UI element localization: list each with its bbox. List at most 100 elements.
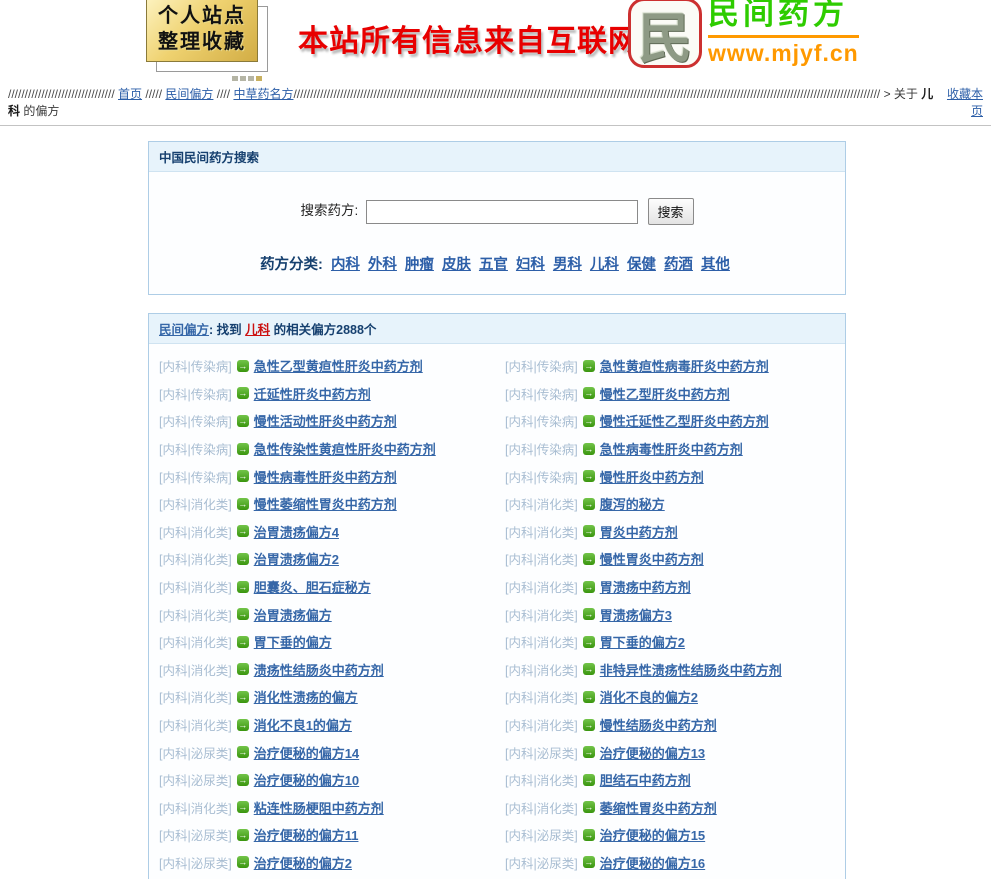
category-row: 药方分类: 内科外科肿瘤皮肤五官妇科男科儿科保健药酒其他 (149, 253, 845, 274)
remedy-link[interactable]: 急性黄疸性病毒肝炎中药方剂 (600, 356, 769, 375)
category-link-外科[interactable]: 外科 (368, 257, 397, 273)
remedy-link[interactable]: 溃疡性结肠炎中药方剂 (254, 660, 384, 679)
remedy-link[interactable]: 消化不良1的偏方 (254, 715, 352, 734)
category-tag[interactable]: [内科|传染病] (159, 384, 232, 403)
category-tag[interactable]: [内科|传染病] (505, 384, 578, 403)
remedy-link[interactable]: 治胃溃疡偏方2 (254, 549, 339, 568)
category-link-保健[interactable]: 保健 (627, 257, 656, 273)
category-tag[interactable]: [内科|泌尿类] (505, 853, 578, 872)
results-title-suffix: 的相关偏方2888个 (270, 323, 376, 337)
category-tag[interactable]: [内科|传染病] (505, 467, 578, 486)
category-tag[interactable]: [内科|消化类] (505, 577, 578, 596)
category-tag[interactable]: [内科|消化类] (159, 660, 232, 679)
remedy-link[interactable]: 胃溃疡中药方剂 (600, 577, 691, 596)
remedy-link[interactable]: 治胃溃疡偏方 (254, 605, 332, 624)
list-item: [内科|消化类] → 胆囊炎、胆石症秘方 (153, 573, 499, 601)
category-tag[interactable]: [内科|消化类] (505, 522, 578, 541)
remedy-link[interactable]: 慢性结肠炎中药方剂 (600, 715, 717, 734)
remedy-link[interactable]: 急性传染性黄疸性肝炎中药方剂 (254, 439, 436, 458)
category-tag[interactable]: [内科|消化类] (505, 798, 578, 817)
category-tag[interactable]: [内科|消化类] (505, 494, 578, 513)
category-tag[interactable]: [内科|消化类] (505, 770, 578, 789)
category-tag[interactable]: [内科|泌尿类] (505, 743, 578, 762)
remedy-link[interactable]: 腹泻的秘方 (600, 494, 665, 513)
remedy-link[interactable]: 胃下垂的偏方2 (600, 632, 685, 651)
breadcrumb-herb-link[interactable]: 中草药名方 (233, 87, 293, 101)
category-link-肿瘤[interactable]: 肿瘤 (405, 257, 434, 273)
category-tag[interactable]: [内科|泌尿类] (159, 770, 232, 789)
category-link-药酒[interactable]: 药酒 (664, 257, 693, 273)
remedy-link[interactable]: 萎缩性胃炎中药方剂 (600, 798, 717, 817)
category-tag[interactable]: [内科|消化类] (159, 715, 232, 734)
category-tag[interactable]: [内科|消化类] (505, 660, 578, 679)
category-tag[interactable]: [内科|消化类] (159, 632, 232, 651)
remedy-link[interactable]: 急性病毒性肝炎中药方剂 (600, 439, 743, 458)
category-link-五官[interactable]: 五官 (479, 257, 508, 273)
category-link-男科[interactable]: 男科 (553, 257, 582, 273)
remedy-link[interactable]: 治疗便秘的偏方16 (600, 853, 705, 872)
category-tag[interactable]: [内科|泌尿类] (505, 825, 578, 844)
remedy-link[interactable]: 慢性肝炎中药方剂 (600, 467, 704, 486)
remedy-link[interactable]: 治胃溃疡偏方4 (254, 522, 339, 541)
remedy-link[interactable]: 治疗便秘的偏方15 (600, 825, 705, 844)
remedy-link[interactable]: 粘连性肠梗阻中药方剂 (254, 798, 384, 817)
category-tag[interactable]: [内科|消化类] (159, 605, 232, 624)
category-link-内科[interactable]: 内科 (331, 257, 360, 273)
category-tag[interactable]: [内科|传染病] (159, 411, 232, 430)
category-tag[interactable]: [内科|消化类] (159, 798, 232, 817)
category-tag[interactable]: [内科|消化类] (505, 715, 578, 734)
remedy-link[interactable]: 治疗便秘的偏方10 (254, 770, 359, 789)
remedy-link[interactable]: 慢性萎缩性胃炎中药方剂 (254, 494, 397, 513)
category-link-妇科[interactable]: 妇科 (516, 257, 545, 273)
category-tag[interactable]: [内科|传染病] (159, 467, 232, 486)
remedy-link[interactable]: 慢性病毒性肝炎中药方剂 (254, 467, 397, 486)
search-input[interactable] (366, 200, 638, 224)
remedy-link[interactable]: 消化性溃疡的偏方 (254, 687, 358, 706)
category-tag[interactable]: [内科|泌尿类] (159, 825, 232, 844)
category-tag[interactable]: [内科|消化类] (505, 687, 578, 706)
remedy-link[interactable]: 慢性活动性肝炎中药方剂 (254, 411, 397, 430)
remedy-link[interactable]: 治疗便秘的偏方11 (254, 825, 359, 844)
page-header: 个人站点 整理收藏 本站所有信息来自互联网 民 民间药方 www.mjyf.cn (0, 0, 991, 84)
remedy-link[interactable]: 慢性迁延性乙型肝炎中药方剂 (600, 411, 769, 430)
category-tag[interactable]: [内科|泌尿类] (159, 853, 232, 872)
remedy-link[interactable]: 慢性胃炎中药方剂 (600, 549, 704, 568)
category-tag[interactable]: [内科|传染病] (159, 356, 232, 375)
remedy-link[interactable]: 非特异性溃疡性结肠炎中药方剂 (600, 660, 782, 679)
remedy-link[interactable]: 急性乙型黄疸性肝炎中药方剂 (254, 356, 423, 375)
remedy-link[interactable]: 慢性乙型肝炎中药方剂 (600, 384, 730, 403)
remedy-link[interactable]: 胃炎中药方剂 (600, 522, 678, 541)
results-title-link[interactable]: 民间偏方 (159, 323, 209, 337)
remedy-link[interactable]: 治疗便秘的偏方14 (254, 743, 359, 762)
category-tag[interactable]: [内科|消化类] (505, 632, 578, 651)
category-link-皮肤[interactable]: 皮肤 (442, 257, 471, 273)
category-tag[interactable]: [内科|泌尿类] (159, 743, 232, 762)
remedy-link[interactable]: 消化不良的偏方2 (600, 687, 698, 706)
category-tag[interactable]: [内科|传染病] (505, 411, 578, 430)
category-tag[interactable]: [内科|传染病] (159, 439, 232, 458)
category-tag[interactable]: [内科|传染病] (505, 356, 578, 375)
category-tag[interactable]: [内科|消化类] (159, 549, 232, 568)
category-tag[interactable]: [内科|消化类] (159, 577, 232, 596)
category-link-其他[interactable]: 其他 (701, 257, 730, 273)
green-arrow-icon: → (237, 470, 249, 482)
bookmark-page-link[interactable]: 收藏本页 (947, 87, 983, 118)
category-tag[interactable]: [内科|消化类] (505, 549, 578, 568)
category-tag[interactable]: [内科|消化类] (159, 687, 232, 706)
category-tag[interactable]: [内科|传染病] (505, 439, 578, 458)
remedy-link[interactable]: 胃溃疡偏方3 (600, 605, 672, 624)
remedy-link[interactable]: 胆结石中药方剂 (600, 770, 691, 789)
breadcrumb-home-link[interactable]: 首页 (118, 87, 142, 101)
remedy-link[interactable]: 胆囊炎、胆石症秘方 (254, 577, 371, 596)
remedy-link[interactable]: 迁延性肝炎中药方剂 (254, 384, 371, 403)
category-link-儿科[interactable]: 儿科 (590, 257, 619, 273)
site-logo[interactable]: 民 民间药方 www.mjyf.cn (628, 0, 859, 68)
remedy-link[interactable]: 治疗便秘的偏方13 (600, 743, 705, 762)
remedy-link[interactable]: 治疗便秘的偏方2 (254, 853, 352, 872)
category-tag[interactable]: [内科|消化类] (159, 494, 232, 513)
category-tag[interactable]: [内科|消化类] (505, 605, 578, 624)
breadcrumb-folk-remedy-link[interactable]: 民间偏方 (165, 87, 213, 101)
search-button[interactable]: 搜索 (648, 198, 694, 225)
remedy-link[interactable]: 胃下垂的偏方 (254, 632, 332, 651)
category-tag[interactable]: [内科|消化类] (159, 522, 232, 541)
